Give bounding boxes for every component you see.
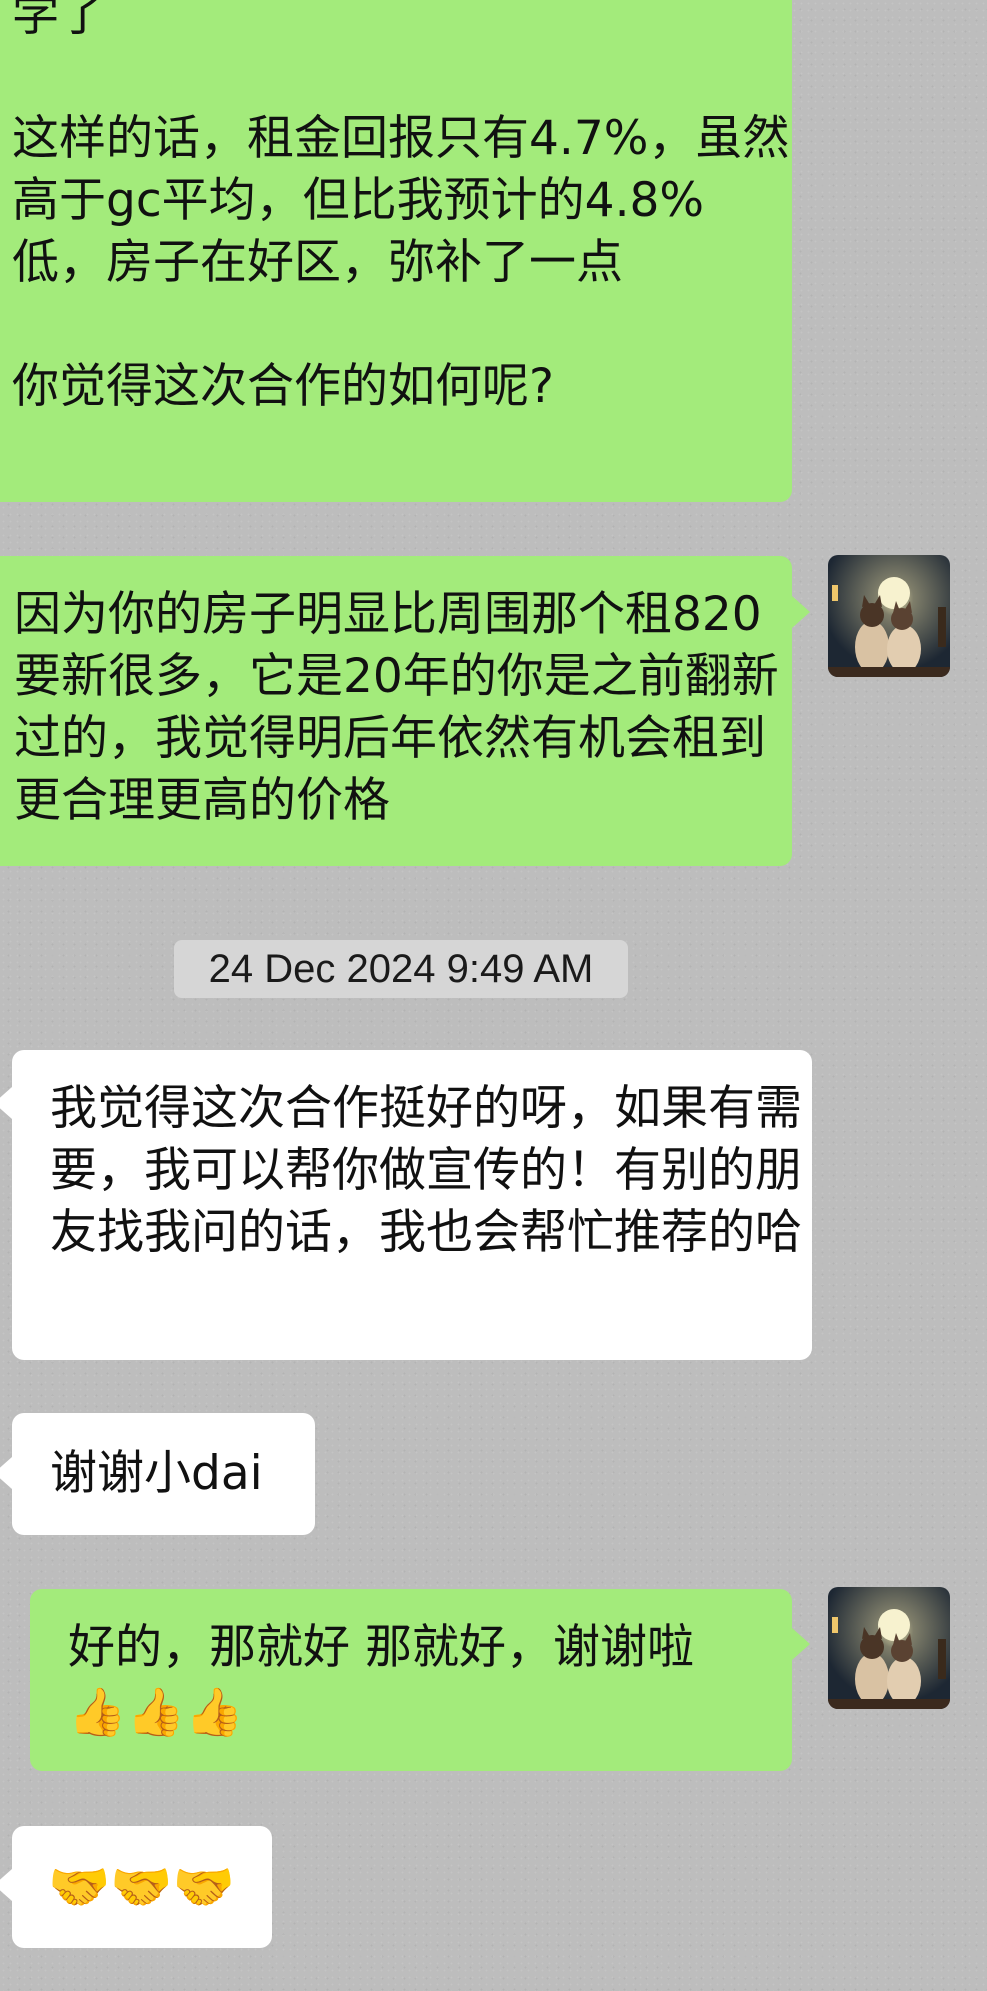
outgoing-message-bubble[interactable]: 因为你的房子明显比周围那个租820要新很多，它是20年的你是之前翻新过的，我觉得… [0, 556, 792, 866]
message-text: 谢谢小dai [50, 1446, 263, 1501]
bubble-tail [792, 1628, 810, 1660]
incoming-message-bubble[interactable]: 🤝🤝🤝 [12, 1826, 272, 1948]
thumbs-up-emoji-icon: 👍👍👍 [68, 1684, 244, 1740]
bubble-tail [0, 1087, 12, 1119]
incoming-message-bubble[interactable]: 谢谢小dai [12, 1413, 315, 1535]
message-text: 好的，那就好 那就好，谢谢啦 👍👍👍 [68, 1617, 788, 1744]
bubble-tail [792, 596, 810, 628]
outgoing-message-bubble[interactable]: 好的，那就好 那就好，谢谢啦 👍👍👍 [30, 1589, 792, 1771]
siamese-cats-moon-avatar-icon[interactable] [828, 1587, 950, 1709]
message-text-content: 好的，那就好 那就好，谢谢啦 [68, 1620, 694, 1675]
siamese-cats-moon-avatar-icon[interactable] [828, 555, 950, 677]
message-text: 我觉得这次合作挺好的呀，如果有需要，我可以帮你做宣传的！有别的朋友找我问的话，我… [50, 1081, 802, 1260]
message-text: 学了 这样的话，租金回报只有4.7%，虽然高于gc平均，但比我预计的4.8%低，… [12, 0, 790, 414]
outgoing-message-bubble[interactable]: 学了 这样的话，租金回报只有4.7%，虽然高于gc平均，但比我预计的4.8%低，… [0, 0, 792, 502]
message-timestamp: 24 Dec 2024 9:49 AM [174, 940, 628, 998]
bubble-tail [0, 1869, 12, 1901]
message-text: 因为你的房子明显比周围那个租820要新很多，它是20年的你是之前翻新过的，我觉得… [14, 587, 779, 828]
handshake-emoji-icon: 🤝🤝🤝 [48, 1858, 235, 1916]
incoming-message-bubble[interactable]: 我觉得这次合作挺好的呀，如果有需要，我可以帮你做宣传的！有别的朋友找我问的话，我… [12, 1050, 812, 1360]
bubble-tail [0, 1457, 12, 1489]
